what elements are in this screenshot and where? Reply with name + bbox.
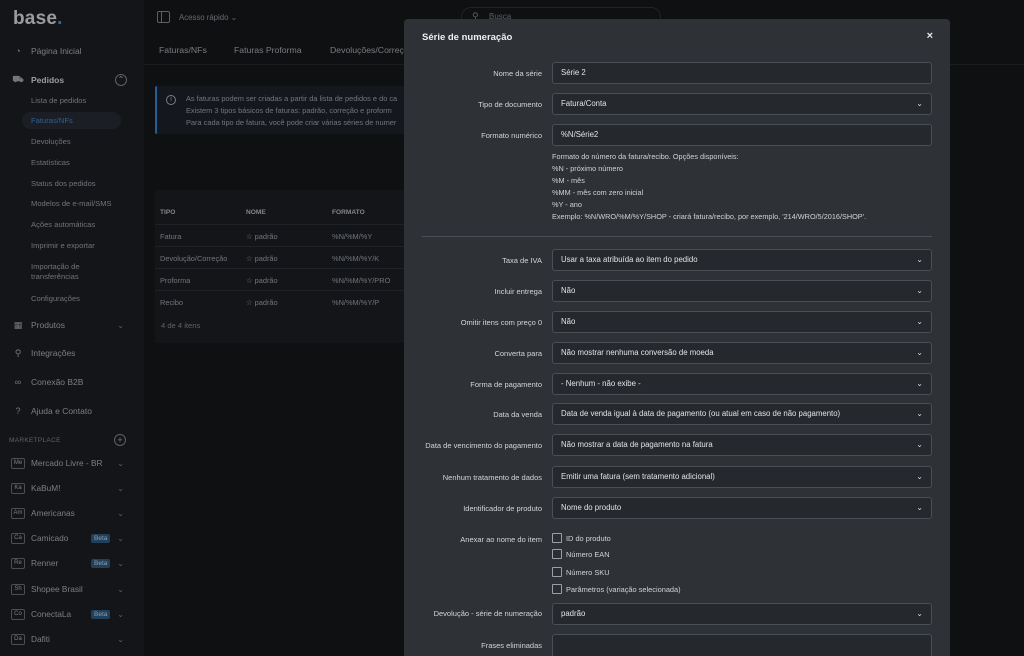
series-name-field[interactable]: Série 2: [552, 62, 932, 84]
number-format-value: %N/Série2: [561, 130, 599, 139]
return-series-label: Devolução - série de numeração: [433, 609, 542, 618]
payment-method-label: Forma de pagamento: [470, 380, 542, 389]
chevron-down-icon: ⌄: [916, 348, 923, 357]
checkbox-label: Número EAN: [566, 549, 610, 559]
format-help-line: %MM - mês com zero inicial: [552, 188, 644, 197]
due-date-select[interactable]: Não mostrar a data de pagamento na fatur…: [552, 434, 932, 456]
document-type-label: Tipo de documento: [478, 100, 542, 109]
checkbox-box[interactable]: [552, 533, 562, 543]
vat-rate-value: Usar a taxa atribuída ao item do pedido: [561, 255, 698, 264]
checkbox-label: ID do produto: [566, 533, 611, 543]
chevron-down-icon: ⌄: [916, 317, 923, 326]
series-name-value: Série 2: [561, 68, 586, 77]
checkbox-product-id[interactable]: ID do produto: [552, 533, 611, 543]
product-identifier-select[interactable]: Nome do produto ⌄: [552, 497, 932, 519]
checkbox-ean[interactable]: Número EAN: [552, 549, 610, 559]
chevron-down-icon: ⌄: [916, 440, 923, 449]
section-divider: [422, 236, 932, 237]
omit-zero-price-select[interactable]: Não ⌄: [552, 311, 932, 333]
include-shipping-select[interactable]: Não ⌄: [552, 280, 932, 302]
chevron-down-icon: ⌄: [916, 99, 923, 108]
due-date-value: Não mostrar a data de pagamento na fatur…: [561, 440, 713, 449]
return-series-select[interactable]: padrão ⌄: [552, 603, 932, 625]
chevron-down-icon: ⌄: [916, 472, 923, 481]
checkbox-box[interactable]: [552, 549, 562, 559]
close-icon[interactable]: ×: [927, 30, 933, 42]
checkbox-box[interactable]: [552, 567, 562, 577]
convert-to-value: Não mostrar nenhuma conversão de moeda: [561, 348, 714, 357]
format-help-line: %Y - ano: [552, 200, 582, 209]
omit-zero-price-label: Omitir itens com preço 0: [460, 318, 542, 327]
removed-phrases-label: Frases eliminadas: [481, 641, 542, 650]
format-help-line: Exemplo: %N/WRO/%M/%Y/SHOP - criará fatu…: [552, 212, 867, 221]
checkbox-box[interactable]: [552, 584, 562, 594]
document-type-select[interactable]: Fatura/Conta ⌄: [552, 93, 932, 115]
modal-title: Série de numeração: [422, 32, 513, 43]
include-shipping-value: Não: [561, 286, 576, 295]
data-processing-select[interactable]: Emitir uma fatura (sem tratamento adicio…: [552, 466, 932, 488]
append-to-name-label: Anexar ao nome do item: [460, 535, 542, 544]
chevron-down-icon: ⌄: [916, 379, 923, 388]
document-type-value: Fatura/Conta: [561, 99, 607, 108]
checkbox-sku[interactable]: Número SKU: [552, 567, 610, 577]
due-date-label: Data de vencimento do pagamento: [425, 441, 542, 450]
include-shipping-label: Incluir entrega: [494, 287, 542, 296]
return-series-value: padrão: [561, 609, 586, 618]
data-processing-label: Nenhum tratamento de dados: [442, 473, 542, 482]
vat-rate-select[interactable]: Usar a taxa atribuída ao item do pedido ⌄: [552, 249, 932, 271]
convert-to-label: Converta para: [494, 349, 542, 358]
checkbox-label: Número SKU: [566, 567, 610, 577]
convert-to-select[interactable]: Não mostrar nenhuma conversão de moeda ⌄: [552, 342, 932, 364]
number-format-field[interactable]: %N/Série2: [552, 124, 932, 146]
chevron-down-icon: ⌄: [916, 255, 923, 264]
data-processing-value: Emitir uma fatura (sem tratamento adicio…: [561, 472, 715, 481]
format-help-line: %N - próximo número: [552, 164, 623, 173]
checkbox-parameters[interactable]: Parâmetros (variação selecionada): [552, 584, 681, 594]
format-help-line: %M - mês: [552, 176, 585, 185]
sale-date-select[interactable]: Data de venda igual à data de pagamento …: [552, 403, 932, 425]
omit-zero-price-value: Não: [561, 317, 576, 326]
chevron-down-icon: ⌄: [916, 286, 923, 295]
number-format-label: Formato numérico: [481, 131, 542, 140]
chevron-down-icon: ⌄: [916, 409, 923, 418]
product-identifier-label: Identificador de produto: [463, 504, 542, 513]
sale-date-label: Data da venda: [493, 410, 542, 419]
product-identifier-value: Nome do produto: [561, 503, 622, 512]
numbering-series-modal: Série de numeração × Nome da série Série…: [404, 19, 950, 656]
chevron-down-icon: ⌄: [916, 503, 923, 512]
format-help-line: Formato do número da fatura/recibo. Opçõ…: [552, 152, 739, 161]
series-name-label: Nome da série: [493, 69, 542, 78]
sale-date-value: Data de venda igual à data de pagamento …: [561, 409, 841, 418]
payment-method-value: - Nenhum - não exibe -: [561, 379, 641, 388]
vat-rate-label: Taxa de IVA: [502, 256, 542, 265]
removed-phrases-field[interactable]: [552, 634, 932, 656]
payment-method-select[interactable]: - Nenhum - não exibe - ⌄: [552, 373, 932, 395]
chevron-down-icon: ⌄: [916, 609, 923, 618]
checkbox-label: Parâmetros (variação selecionada): [566, 584, 681, 594]
